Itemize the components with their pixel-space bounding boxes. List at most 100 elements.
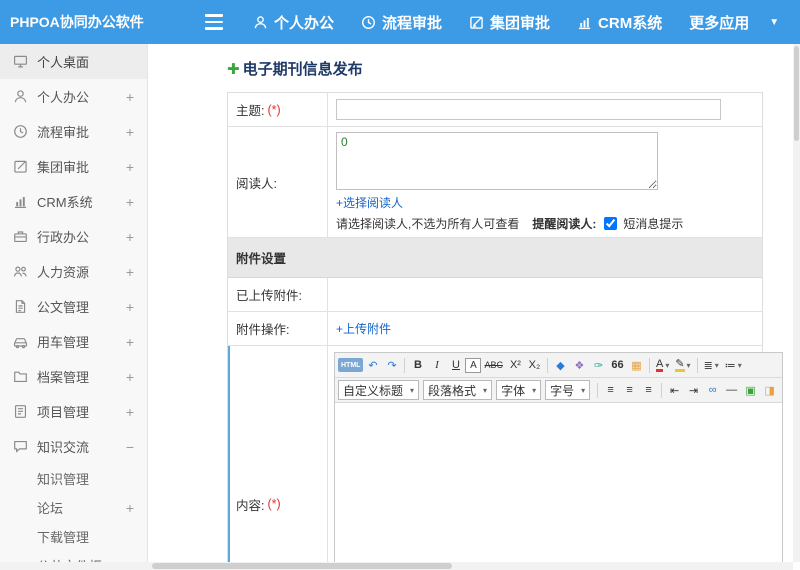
horizontal-rule-button[interactable]: —: [722, 381, 741, 400]
sidebar-item-archive-management[interactable]: 档案管理 +: [0, 359, 147, 394]
readers-row: 阅读人: 0 +选择阅读人 请选择阅读人,不选为所有人可查看 提醒阅读人: 短消…: [228, 127, 762, 238]
hamburger-icon[interactable]: [205, 14, 223, 30]
vertical-scrollbar-thumb[interactable]: [794, 46, 799, 141]
sidebar-label: 流程审批: [37, 125, 90, 140]
eraser-icon[interactable]: ◆: [551, 356, 570, 375]
sidebar-label: 档案管理: [37, 370, 90, 385]
outdent-button[interactable]: ⇤: [665, 381, 684, 400]
ordered-list-button[interactable]: ≔ ▾: [722, 356, 745, 375]
nav-workflow-approval[interactable]: 流程审批: [361, 12, 442, 33]
image-icon[interactable]: ▣: [741, 381, 760, 400]
undo-button[interactable]: ↶: [363, 356, 382, 375]
unordered-list-button[interactable]: ≣ ▾: [701, 356, 722, 375]
sidebar-label: 下载管理: [37, 530, 90, 545]
nav-group-approval[interactable]: 集团审批: [469, 12, 550, 33]
nav-personal-office[interactable]: 个人办公: [253, 12, 334, 33]
sidebar-label: 用车管理: [37, 335, 90, 350]
sms-notify-checkbox[interactable]: [604, 217, 618, 230]
align-left-button[interactable]: ≡: [601, 381, 620, 400]
sidebar-item-personal-office[interactable]: 个人办公 +: [0, 79, 147, 114]
chevron-down-icon: ▾: [532, 385, 537, 395]
bold-button[interactable]: B: [408, 356, 427, 375]
top-header: PHPOA协同办公软件 个人办公 流程审批 集团审批 CRM系统 更多应用 ▼: [0, 0, 800, 44]
chat-icon: [13, 439, 28, 454]
sidebar-label: 项目管理: [37, 405, 90, 420]
car-icon: [13, 334, 28, 349]
expander[interactable]: +: [126, 124, 134, 140]
align-center-button[interactable]: ≡: [620, 381, 639, 400]
blockquote-button[interactable]: 66: [608, 356, 627, 375]
horizontal-scrollbar-thumb[interactable]: [152, 563, 452, 569]
subject-input[interactable]: [336, 99, 721, 120]
page-title: ✚ 电子期刊信息发布: [227, 60, 363, 79]
toolbar-separator: [597, 382, 599, 398]
folder-icon: [13, 369, 28, 384]
expander[interactable]: +: [126, 369, 134, 385]
sidebar-item-knowledge-exchange[interactable]: 知识交流 −: [0, 429, 147, 464]
sidebar-item-crm-system[interactable]: CRM系统 +: [0, 184, 147, 219]
sidebar-item-admin-office[interactable]: 行政办公 +: [0, 219, 147, 254]
link-icon[interactable]: ∞: [703, 381, 722, 400]
sidebar-item-forum[interactable]: 论坛 +: [0, 493, 147, 522]
brush-icon[interactable]: ✑: [589, 356, 608, 375]
expander[interactable]: +: [126, 404, 134, 420]
expander[interactable]: +: [126, 89, 134, 105]
readers-textarea[interactable]: 0: [336, 132, 658, 190]
uploaded-attachments-value: [328, 278, 762, 311]
italic-button[interactable]: I: [427, 356, 446, 375]
publish-form: 主题: (*) 阅读人: 0 +选择阅读人 请选择阅读人,不选为所有人可查看 提醒…: [227, 92, 784, 562]
upload-attachment-link[interactable]: +上传附件: [336, 320, 391, 337]
media-icon[interactable]: ◨: [760, 381, 779, 400]
palette-icon[interactable]: ❖: [570, 356, 589, 375]
nav-more-apps[interactable]: 更多应用 ▼: [689, 12, 779, 33]
horizontal-scrollbar: [0, 562, 793, 570]
underline-button[interactable]: U: [446, 356, 465, 375]
choose-readers-link[interactable]: +选择阅读人: [336, 194, 403, 211]
table-icon[interactable]: ▦: [627, 356, 646, 375]
highlight-color-button[interactable]: ✎ ▾: [672, 356, 693, 375]
user-icon: [13, 89, 28, 104]
sidebar-label: 集团审批: [37, 160, 90, 175]
html-source-button[interactable]: HTML: [338, 358, 364, 372]
sidebar-item-hr[interactable]: 人力资源 +: [0, 254, 147, 289]
subscript-button[interactable]: X₂: [525, 356, 544, 375]
sidebar-item-vehicle-management[interactable]: 用车管理 +: [0, 324, 147, 359]
expander[interactable]: +: [126, 229, 134, 245]
font-size-select[interactable]: 字号 ▾: [545, 380, 591, 400]
attachment-ops-label: 附件操作:: [228, 312, 328, 345]
sidebar-item-personal-desktop[interactable]: 个人桌面: [0, 44, 147, 79]
expander[interactable]: +: [126, 299, 134, 315]
nav-label: 更多应用: [689, 14, 750, 32]
expander[interactable]: +: [126, 159, 134, 175]
expander[interactable]: −: [126, 439, 134, 455]
expander[interactable]: +: [126, 334, 134, 350]
paragraph-format-select[interactable]: 段落格式 ▾: [423, 380, 493, 400]
redo-button[interactable]: ↷: [382, 356, 401, 375]
indent-button[interactable]: ⇥: [684, 381, 703, 400]
font-box-button[interactable]: A: [465, 357, 482, 373]
superscript-button[interactable]: X²: [506, 356, 525, 375]
expander[interactable]: +: [126, 264, 134, 280]
font-family-select[interactable]: 字体 ▾: [496, 380, 542, 400]
chart-icon: [13, 194, 28, 209]
sidebar-item-workflow-approval[interactable]: 流程审批 +: [0, 114, 147, 149]
chevron-down-icon[interactable]: ▼: [769, 17, 779, 28]
sidebar-item-knowledge-management[interactable]: 知识管理: [0, 464, 147, 493]
font-color-button[interactable]: A ▾: [653, 356, 672, 375]
sidebar-item-download-management[interactable]: 下载管理: [0, 522, 147, 551]
expander[interactable]: +: [126, 194, 134, 210]
nav-crm-system[interactable]: CRM系统: [577, 12, 662, 33]
chevron-down-icon: ▾: [686, 360, 691, 370]
top-nav: 个人办公 流程审批 集团审批 CRM系统 更多应用 ▼: [253, 12, 800, 33]
expander[interactable]: +: [126, 500, 134, 516]
sidebar-item-public-file-cabinet[interactable]: 公共文件柜: [0, 551, 147, 562]
sidebar-item-group-approval[interactable]: 集团审批 +: [0, 149, 147, 184]
strikethrough-button[interactable]: ABC: [481, 356, 506, 375]
sidebar-item-document-management[interactable]: 公文管理 +: [0, 289, 147, 324]
editor-toolbar-row1: HTML ↶ ↷ B I U A ABC X² X₂ ◆ ❖ ✑ 66 ▦ A …: [335, 353, 783, 378]
editor-canvas[interactable]: [335, 403, 783, 562]
sidebar-item-project-management[interactable]: 项目管理 +: [0, 394, 147, 429]
align-right-button[interactable]: ≡: [639, 381, 658, 400]
subject-row: 主题: (*): [228, 93, 762, 127]
heading-select[interactable]: 自定义标题 ▾: [338, 380, 420, 400]
